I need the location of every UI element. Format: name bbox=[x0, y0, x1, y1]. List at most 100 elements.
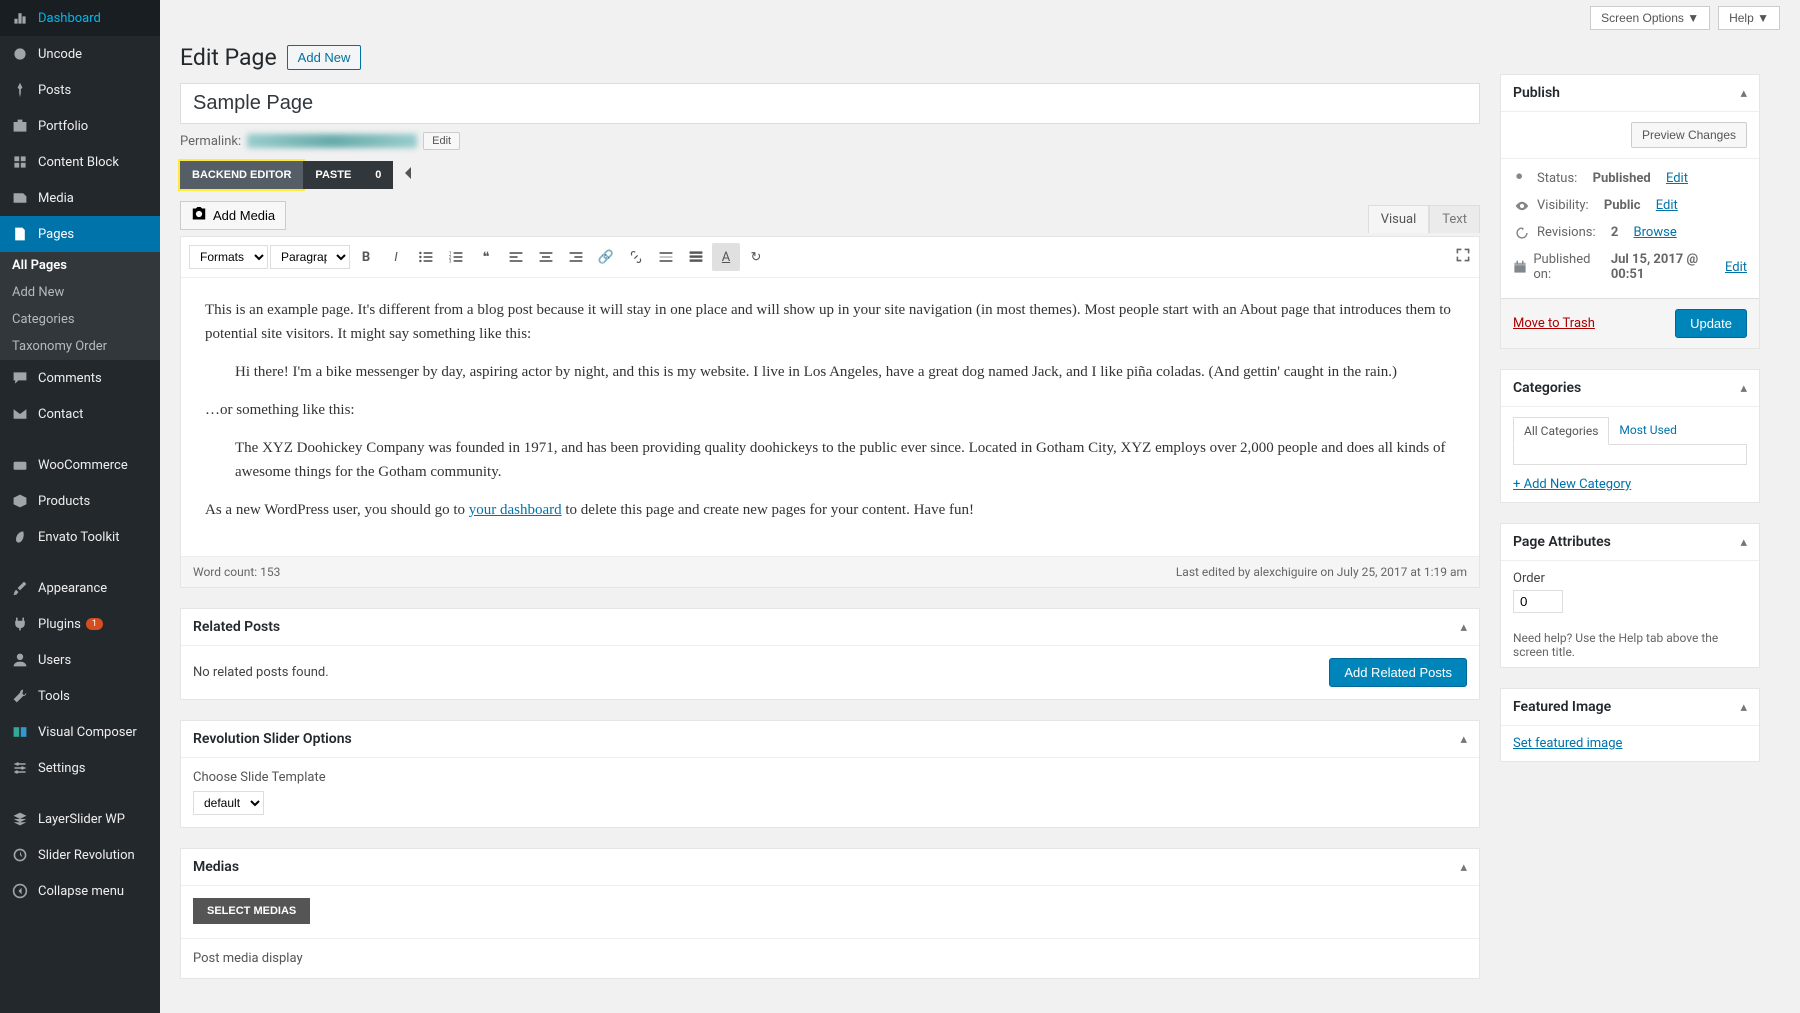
sidebar-item-label: Envato Toolkit bbox=[38, 530, 119, 545]
slide-template-select[interactable]: default bbox=[193, 791, 264, 815]
post-title-input[interactable] bbox=[180, 83, 1480, 124]
collapse-icon bbox=[10, 881, 30, 901]
formats-select[interactable]: Formats bbox=[189, 245, 268, 269]
sidebar-item-uncode[interactable]: Uncode bbox=[0, 36, 160, 72]
status-edit-link[interactable]: Edit bbox=[1666, 171, 1688, 186]
sidebar-item-dashboard[interactable]: Dashboard bbox=[0, 0, 160, 36]
permalink-label: Permalink: bbox=[180, 134, 241, 149]
featured-image-header[interactable]: Featured Image ▴ bbox=[1501, 689, 1759, 726]
block-icon bbox=[10, 152, 30, 172]
sidebar-item-slider-revolution[interactable]: Slider Revolution bbox=[0, 837, 160, 873]
paste-tab[interactable]: PASTE bbox=[303, 161, 363, 189]
sidebar-item-tools[interactable]: Tools bbox=[0, 678, 160, 714]
sidebar-item-visual-composer[interactable]: Visual Composer bbox=[0, 714, 160, 750]
content-paragraph: This is an example page. It's different … bbox=[205, 298, 1455, 346]
sidebar-item-label: Uncode bbox=[38, 47, 82, 62]
sidebar-item-settings[interactable]: Settings bbox=[0, 750, 160, 786]
toolbar-toggle-button[interactable] bbox=[682, 243, 710, 271]
chevron-left-button[interactable] bbox=[393, 160, 423, 189]
align-center-button[interactable] bbox=[532, 243, 560, 271]
sidebar-item-pages[interactable]: Pages bbox=[0, 216, 160, 252]
sidebar-item-appearance[interactable]: Appearance bbox=[0, 570, 160, 606]
page-attributes-header[interactable]: Page Attributes ▴ bbox=[1501, 524, 1759, 561]
sidebar-item-layerslider[interactable]: LayerSlider WP bbox=[0, 801, 160, 837]
visibility-edit-link[interactable]: Edit bbox=[1656, 198, 1678, 213]
ol-button[interactable]: 123 bbox=[442, 243, 470, 271]
most-used-tab[interactable]: Most Used bbox=[1609, 417, 1687, 444]
preview-changes-button[interactable]: Preview Changes bbox=[1631, 122, 1747, 148]
sidebar-sub-categories[interactable]: Categories bbox=[0, 306, 160, 333]
sidebar-item-label: Tools bbox=[38, 689, 70, 704]
add-media-button[interactable]: Add Media bbox=[180, 201, 286, 230]
text-tab[interactable]: Text bbox=[1429, 205, 1480, 233]
brush-icon bbox=[10, 578, 30, 598]
align-left-button[interactable] bbox=[502, 243, 530, 271]
browse-revisions-link[interactable]: Browse bbox=[1634, 225, 1677, 240]
sidebar-item-collapse[interactable]: Collapse menu bbox=[0, 873, 160, 909]
ul-button[interactable] bbox=[412, 243, 440, 271]
word-count: Word count: 153 bbox=[193, 565, 280, 579]
sidebar-sub-add-new[interactable]: Add New bbox=[0, 279, 160, 306]
refresh-button[interactable]: ↻ bbox=[742, 243, 770, 271]
sidebar-item-contact[interactable]: Contact bbox=[0, 396, 160, 432]
sidebar-item-portfolio[interactable]: Portfolio bbox=[0, 108, 160, 144]
sidebar-item-media[interactable]: Media bbox=[0, 180, 160, 216]
add-new-category-link[interactable]: + Add New Category bbox=[1513, 477, 1631, 492]
text-color-button[interactable]: A bbox=[712, 243, 740, 271]
order-input[interactable] bbox=[1513, 590, 1563, 613]
update-button[interactable]: Update bbox=[1675, 309, 1747, 338]
related-posts-panel: Related Posts ▴ No related posts found. … bbox=[180, 608, 1480, 700]
add-related-posts-button[interactable]: Add Related Posts bbox=[1329, 658, 1467, 687]
move-to-trash-link[interactable]: Move to Trash bbox=[1513, 316, 1595, 331]
published-edit-link[interactable]: Edit bbox=[1725, 260, 1747, 275]
page-attributes-box: Page Attributes ▴ Order Need help? Use t… bbox=[1500, 523, 1760, 668]
align-right-button[interactable] bbox=[562, 243, 590, 271]
help-button[interactable]: Help ▼ bbox=[1718, 6, 1780, 30]
italic-button[interactable]: I bbox=[382, 243, 410, 271]
medias-header[interactable]: Medias ▴ bbox=[181, 849, 1479, 886]
blockquote-button[interactable]: ❝ bbox=[472, 243, 500, 271]
sidebar-item-products[interactable]: Products bbox=[0, 483, 160, 519]
dashboard-link[interactable]: your dashboard bbox=[469, 502, 562, 518]
categories-header[interactable]: Categories ▴ bbox=[1501, 370, 1759, 407]
sidebar-item-posts[interactable]: Posts bbox=[0, 72, 160, 108]
sidebar-item-label: Comments bbox=[38, 371, 102, 386]
sidebar-sub-all-pages[interactable]: All Pages bbox=[0, 252, 160, 279]
attrs-help-text: Need help? Use the Help tab above the sc… bbox=[1501, 623, 1759, 667]
link-button[interactable]: 🔗 bbox=[592, 243, 620, 271]
revslider-header[interactable]: Revolution Slider Options ▴ bbox=[181, 721, 1479, 758]
add-new-button[interactable]: Add New bbox=[287, 45, 362, 70]
fullscreen-button[interactable] bbox=[1455, 247, 1471, 267]
publish-header[interactable]: Publish ▴ bbox=[1501, 75, 1759, 112]
zero-tab[interactable]: 0 bbox=[363, 161, 393, 189]
sidebar-item-label: Settings bbox=[38, 761, 85, 776]
bold-button[interactable]: B bbox=[352, 243, 380, 271]
screen-options-button[interactable]: Screen Options ▼ bbox=[1590, 6, 1710, 30]
sidebar-item-label: Posts bbox=[38, 83, 71, 98]
page-title: Edit Page bbox=[180, 44, 277, 71]
sidebar-item-label: Media bbox=[38, 191, 74, 206]
main-content: Screen Options ▼ Help ▼ Edit Page Add Ne… bbox=[160, 0, 1800, 1013]
related-posts-header[interactable]: Related Posts ▴ bbox=[181, 609, 1479, 646]
permalink-edit-button[interactable]: Edit bbox=[423, 132, 460, 150]
editor-content-area[interactable]: This is an example page. It's different … bbox=[181, 278, 1479, 556]
sidebar-item-woocommerce[interactable]: WooCommerce bbox=[0, 447, 160, 483]
sidebar-sub-taxonomy-order[interactable]: Taxonomy Order bbox=[0, 333, 160, 360]
admin-sidebar: Dashboard Uncode Posts Portfolio Content… bbox=[0, 0, 160, 1013]
topbar: Screen Options ▼ Help ▼ bbox=[180, 0, 1780, 36]
set-featured-image-link[interactable]: Set featured image bbox=[1513, 736, 1622, 751]
readmore-button[interactable] bbox=[652, 243, 680, 271]
sidebar-item-plugins[interactable]: Plugins 1 bbox=[0, 606, 160, 642]
mail-icon bbox=[10, 404, 30, 424]
sidebar-item-content-block[interactable]: Content Block bbox=[0, 144, 160, 180]
select-medias-button[interactable]: SELECT MEDIAS bbox=[193, 898, 310, 924]
plugins-update-badge: 1 bbox=[86, 618, 103, 630]
visual-tab[interactable]: Visual bbox=[1368, 205, 1430, 233]
sidebar-item-envato[interactable]: Envato Toolkit bbox=[0, 519, 160, 555]
all-categories-tab[interactable]: All Categories bbox=[1513, 417, 1609, 445]
backend-editor-tab[interactable]: BACKEND EDITOR bbox=[180, 161, 303, 189]
paragraph-select[interactable]: Paragraph bbox=[270, 245, 350, 269]
sidebar-item-users[interactable]: Users bbox=[0, 642, 160, 678]
unlink-button[interactable] bbox=[622, 243, 650, 271]
sidebar-item-comments[interactable]: Comments bbox=[0, 360, 160, 396]
